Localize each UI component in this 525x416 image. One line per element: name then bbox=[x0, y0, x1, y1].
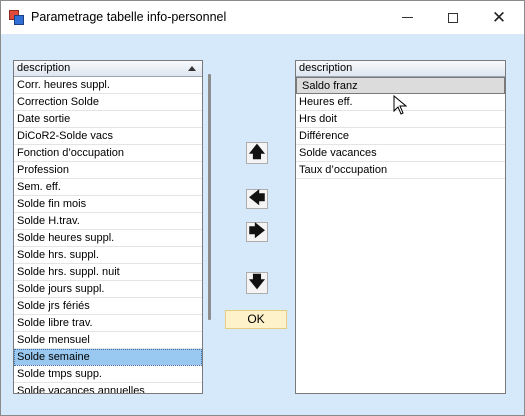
arrow-up-icon: 🡅 bbox=[248, 144, 266, 161]
arrow-down-icon: 🡇 bbox=[248, 274, 266, 291]
close-icon: ✕ bbox=[491, 8, 507, 27]
left-list-item[interactable]: Solde tmps supp. bbox=[14, 366, 202, 383]
left-list-item[interactable]: DiCoR2-Solde vacs bbox=[14, 128, 202, 145]
left-header-label: description bbox=[17, 62, 71, 74]
left-list-item[interactable]: Solde mensuel bbox=[14, 332, 202, 349]
left-list-item[interactable]: Solde hrs. suppl. bbox=[14, 247, 202, 264]
left-list-rows: Corr. heures suppl. Correction Solde Date … bbox=[14, 77, 202, 393]
left-list-item[interactable]: Date sortie bbox=[14, 111, 202, 128]
left-list-item[interactable]: Fonction d’occupation bbox=[14, 145, 202, 162]
arrow-right-icon: 🡆 bbox=[248, 223, 266, 240]
sort-ascending-icon bbox=[188, 66, 196, 71]
left-list-item[interactable]: Profession bbox=[14, 162, 202, 179]
move-up-button[interactable]: 🡅 bbox=[246, 142, 268, 164]
mouse-pointer-icon bbox=[393, 95, 407, 115]
window-title: Parametrage tabelle info-personnel bbox=[31, 10, 227, 24]
app-form-icon bbox=[9, 10, 24, 25]
close-button[interactable]: ✕ bbox=[476, 1, 522, 34]
right-header-label: description bbox=[299, 62, 353, 74]
right-list-item[interactable]: Différence bbox=[296, 128, 505, 145]
arrow-left-icon: 🡄 bbox=[248, 190, 266, 207]
move-left-button[interactable]: 🡄 bbox=[246, 189, 268, 209]
left-list-item[interactable]: Solde jrs fériés bbox=[14, 298, 202, 315]
left-list-header[interactable]: description bbox=[14, 61, 202, 77]
left-list-item[interactable]: Correction Solde bbox=[14, 94, 202, 111]
right-list-item[interactable]: Solde vacances bbox=[296, 145, 505, 162]
right-list-item[interactable]: Saldo franz bbox=[296, 77, 505, 94]
maximize-icon bbox=[448, 12, 458, 23]
left-list-item[interactable]: Solde vacances annuelles bbox=[14, 383, 202, 393]
left-list-item[interactable]: Corr. heures suppl. bbox=[14, 77, 202, 94]
ok-button[interactable]: OK bbox=[225, 310, 287, 329]
right-list-rows: Saldo franz Heures eff. Hrs doit Différence… bbox=[296, 77, 505, 179]
left-list-item[interactable]: Solde fin mois bbox=[14, 196, 202, 213]
dialog-client-area: description Corr. heures suppl. Correctio… bbox=[1, 34, 524, 415]
left-list-item[interactable]: Solde hrs. suppl. nuit bbox=[14, 264, 202, 281]
right-list-header[interactable]: description bbox=[296, 61, 505, 77]
left-list-item[interactable]: Solde libre trav. bbox=[14, 315, 202, 332]
dialog-window: Parametrage tabelle info-personnel ✕ des… bbox=[0, 0, 525, 416]
left-list-item[interactable]: Sem. eff. bbox=[14, 179, 202, 196]
left-list-item[interactable]: Solde H.trav. bbox=[14, 213, 202, 230]
left-list-item[interactable]: Solde semaine bbox=[14, 349, 202, 366]
left-list-scroll-thumb[interactable] bbox=[208, 74, 211, 320]
minimize-icon bbox=[401, 17, 413, 18]
left-list-item[interactable]: Solde heures suppl. bbox=[14, 230, 202, 247]
minimize-button[interactable] bbox=[384, 1, 430, 34]
available-fields-list[interactable]: description Corr. heures suppl. Correctio… bbox=[13, 60, 203, 394]
maximize-button[interactable] bbox=[430, 1, 476, 34]
move-right-button[interactable]: 🡆 bbox=[246, 222, 268, 242]
title-bar[interactable]: Parametrage tabelle info-personnel ✕ bbox=[1, 1, 524, 34]
move-down-button[interactable]: 🡇 bbox=[246, 272, 268, 294]
left-list-item[interactable]: Solde jours suppl. bbox=[14, 281, 202, 298]
right-list-item[interactable]: Taux d’occupation bbox=[296, 162, 505, 179]
